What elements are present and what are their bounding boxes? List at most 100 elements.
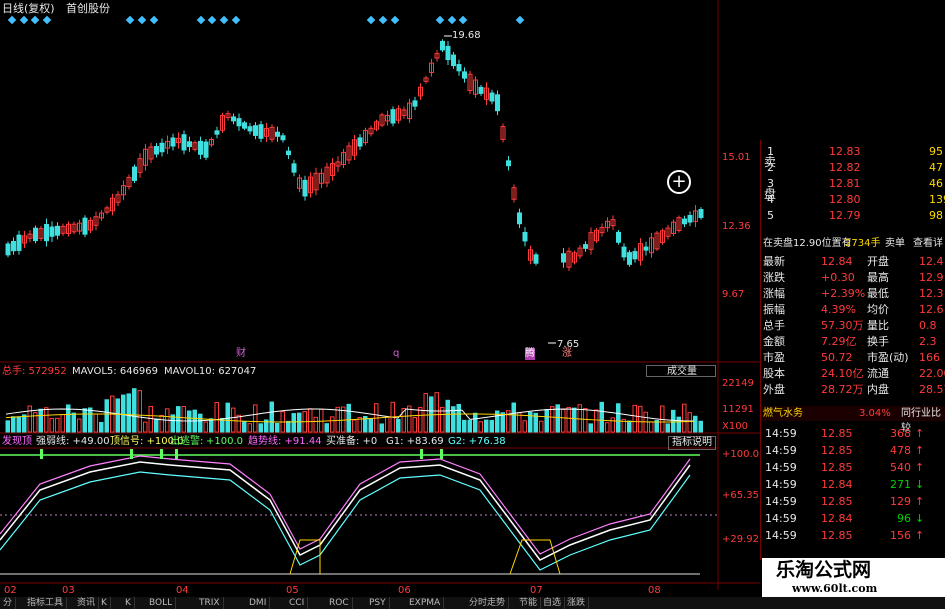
volume-bar <box>55 417 60 433</box>
crosshair-icon[interactable]: + <box>667 170 691 194</box>
bottom-tab[interactable]: TRIX <box>196 597 224 609</box>
signal-diamond-icon <box>231 15 241 25</box>
bottom-tab[interactable]: 自选 <box>540 597 566 609</box>
event-marker[interactable]: 腾 <box>525 348 535 360</box>
order-book-row[interactable]: 5 12.79 98 <box>761 208 945 223</box>
bottom-tab[interactable]: 分 <box>0 597 17 609</box>
quote-value: 28.72万 <box>821 383 864 396</box>
quote-field: 股本 <box>763 367 785 380</box>
quote-value: 2.3 <box>919 335 937 348</box>
indicator-dropdown[interactable]: 成交量 <box>646 365 716 377</box>
level-number: 5 <box>767 209 774 222</box>
quote-field: 均价 <box>867 303 889 316</box>
quote-value: 12.84 <box>821 255 853 268</box>
level-volume: 139 <box>929 193 945 206</box>
bottom-tab[interactable]: K <box>122 597 135 609</box>
bottom-tab[interactable]: CCI <box>286 597 309 609</box>
volume-bar <box>583 407 588 433</box>
order-notice-detail[interactable]: 查看详 <box>913 236 943 251</box>
kline-chart[interactable] <box>0 0 760 597</box>
candle-body <box>82 217 88 235</box>
level-price: 12.82 <box>829 161 861 174</box>
volume-bar <box>588 423 593 433</box>
signal-diamond-icon <box>207 15 217 25</box>
indicator-help-button[interactable]: 指标说明 <box>668 436 716 450</box>
signal-diamond-icon <box>137 15 147 25</box>
order-book-row[interactable]: 3 12.81 46 <box>761 176 945 191</box>
volume-bar <box>473 412 478 433</box>
tick-volume: 96 <box>897 512 911 525</box>
tick-time: 14:59 <box>765 444 797 457</box>
candle-body <box>533 254 539 264</box>
arrow-down-icon: ↓ <box>915 478 925 491</box>
bottom-tab[interactable]: DMI <box>246 597 271 609</box>
quote-row: 股本 24.10亿流通 22.00 <box>761 366 945 381</box>
candle-body <box>445 45 451 61</box>
signal-diamond-icon <box>458 15 468 25</box>
volume-bar <box>434 392 439 433</box>
order-book-row[interactable]: 1 12.83 95 <box>761 144 945 159</box>
bottom-tab[interactable]: EXPMA <box>406 597 445 609</box>
volume-bar <box>291 413 296 433</box>
order-book-row[interactable]: 2 12.82 47 <box>761 160 945 175</box>
candle-body <box>621 246 627 258</box>
order-book-row[interactable]: 4 12.80 139 <box>761 192 945 207</box>
bottom-tab[interactable]: PSY <box>366 597 390 609</box>
bottom-tab[interactable]: 分时走势 <box>466 597 510 609</box>
indicator-name[interactable]: 发现顶 <box>2 436 32 448</box>
event-marker[interactable]: 财 <box>236 348 246 360</box>
volume-axis-label: 22149 <box>722 378 754 389</box>
volume-bar <box>522 420 527 433</box>
arrow-up-icon: ↑ <box>915 495 925 508</box>
volume-bar <box>489 419 494 433</box>
bottom-tab[interactable]: 节能 <box>516 597 542 609</box>
candle-body <box>412 100 418 107</box>
candle-body <box>583 244 588 249</box>
top-signal-mark <box>160 449 163 459</box>
tick-price: 12.85 <box>821 427 853 440</box>
arrow-up-icon: ↑ <box>915 529 925 542</box>
candle-body <box>181 134 187 151</box>
order-notice[interactable]: 在卖盘12.90位置有 2734手 卖单 查看详 <box>761 236 945 251</box>
level-number: 3 <box>767 177 774 190</box>
bottom-tab[interactable]: 涨跌 <box>564 597 590 609</box>
volume-bar <box>693 415 698 433</box>
tick-time: 14:59 <box>765 478 797 491</box>
tick-price: 12.85 <box>821 495 853 508</box>
event-marker[interactable]: 涨 <box>562 348 572 360</box>
bottom-tab[interactable]: 指标工具 <box>24 597 68 609</box>
volume-bar <box>159 415 164 433</box>
tick-time: 14:59 <box>765 427 797 440</box>
sector-row[interactable]: 燃气水务 3.04% 同行业比较 <box>761 406 945 434</box>
tick-row: 14:59 12.85 368 ↑ <box>761 426 945 441</box>
candle-body <box>440 40 445 51</box>
quote-value: 166 <box>919 351 940 364</box>
event-marker[interactable]: q <box>393 348 399 360</box>
volume-bar <box>27 405 32 433</box>
tick-row: 14:59 12.85 478 ↑ <box>761 443 945 458</box>
tick-row: 14:59 12.84 271 ↓ <box>761 477 945 492</box>
volume-bar <box>16 416 21 433</box>
candle-body <box>643 246 649 251</box>
bottom-tab[interactable]: K <box>98 597 111 609</box>
volume-bar <box>566 406 571 433</box>
volume-bar <box>22 414 27 433</box>
candle-body <box>187 141 192 148</box>
volume-bar <box>115 398 120 433</box>
bottom-tab[interactable]: BOLL <box>146 597 177 609</box>
quote-row: 市盈 50.72 市盈(动) 166 <box>761 350 945 365</box>
signal-diamond-icon <box>515 15 525 25</box>
volume-bar <box>682 403 687 433</box>
candle-body <box>280 135 286 141</box>
signal-diamond-icon <box>447 15 457 25</box>
bottom-tab[interactable]: 资讯 <box>74 597 100 609</box>
bottom-tab[interactable]: ROC <box>326 597 353 609</box>
volume-bar <box>225 402 230 433</box>
candle-body <box>159 142 165 153</box>
signal-diamond-icon <box>196 15 206 25</box>
signal-diamond-icon <box>378 15 388 25</box>
candle-body <box>33 227 38 242</box>
order-notice-sell[interactable]: 卖单 <box>885 236 905 251</box>
tick-row: 14:59 12.85 540 ↑ <box>761 460 945 475</box>
candle-body <box>517 212 522 225</box>
